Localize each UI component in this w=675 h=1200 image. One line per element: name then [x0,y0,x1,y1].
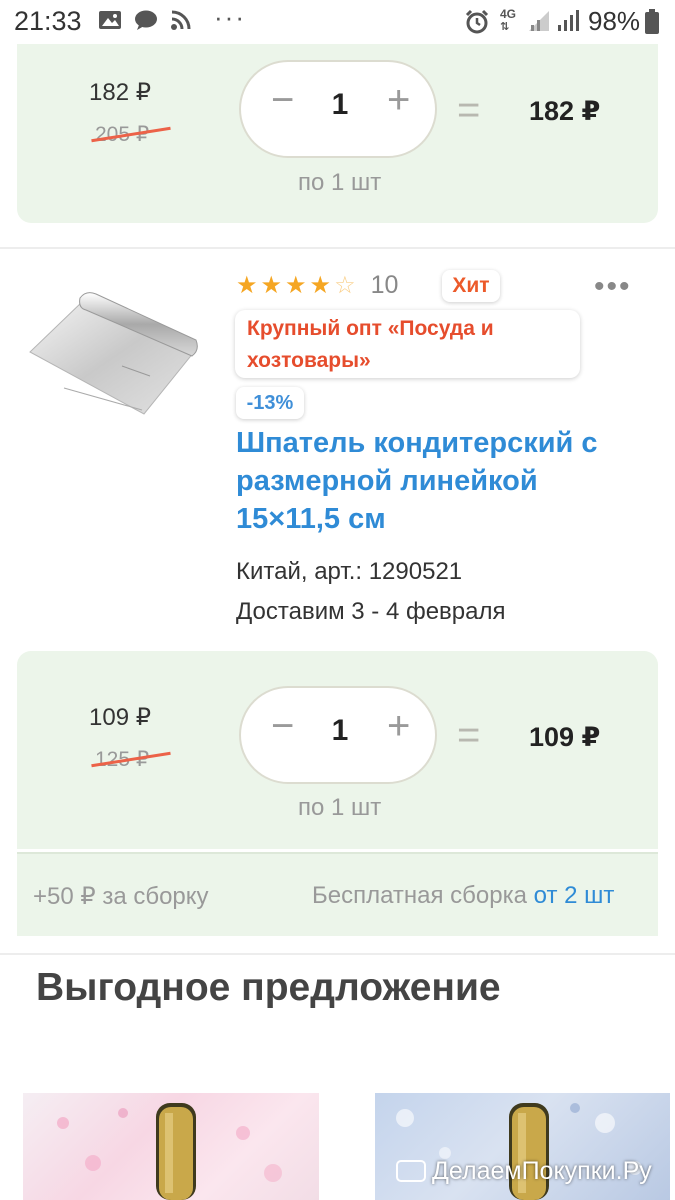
free-assembly-text: Бесплатная сборка [312,882,534,909]
signal-icon-2 [556,9,580,38]
free-assembly-link[interactable]: от 2 шт [534,882,615,909]
equals-sign: = [457,713,481,757]
product-image[interactable] [24,280,200,425]
network-type-icon: 4G ⇅ [500,7,517,33]
promo-badge[interactable]: Крупный опт «Посуда и хозтовары» [235,310,580,378]
watermark-text: ДелаемПокупки.Ру [432,1157,652,1185]
star-icon: ★ [309,271,332,299]
discount-badge: -13% [236,387,304,419]
total-price: 182 ₽ [529,96,601,126]
assembly-fee: +50 ₽ за сборку [33,883,209,910]
rating: ★ ★ ★ ★ ☆ 10 [236,268,398,302]
assembly-info: +50 ₽ за сборку Бесплатная сборка от 2 ш… [17,852,658,936]
free-assembly-note: Бесплатная сборка от 2 шт [312,882,614,910]
price-block: 109 ₽ 125 ₽ − 1 + = 109 ₽ по 1 шт [17,651,658,849]
delivery-date: Доставим 3 - 4 февраля [236,598,506,625]
quantity-value[interactable]: 1 [325,88,355,122]
offer-card-image[interactable] [23,1093,319,1200]
increase-button[interactable]: + [387,78,410,123]
signal-icon-1 [527,9,551,38]
status-time: 21:33 [14,6,82,36]
alarm-icon [464,9,490,40]
divider [0,953,675,955]
status-bar: 21:33 ··· 4G ⇅ 98% [0,0,675,44]
increase-button[interactable]: + [387,704,410,749]
battery-percent: 98% [588,6,641,36]
unit-price: 182 ₽ [89,79,151,106]
more-notifications-icon: ··· [214,2,246,32]
unit-price: 109 ₽ [89,704,151,731]
star-icon: ★ [260,271,283,299]
price-block: 182 ₽ 205 ₽ − 1 + = 182 ₽ по 1 шт [17,44,658,223]
decrease-button[interactable]: − [271,704,294,749]
battery-icon [644,9,660,40]
star-icon: ★ [285,271,307,299]
watermark-icon [396,1160,426,1182]
rss-icon [170,9,192,36]
decrease-button[interactable]: − [271,78,294,123]
product-title[interactable]: Шпатель кондитерский с размерной линейко… [236,424,636,538]
product-origin: Китай, арт.: 1290521 [236,558,463,585]
quantity-value[interactable]: 1 [325,714,355,748]
hit-badge: Хит [442,270,500,302]
more-options-icon[interactable]: ••• [594,270,632,304]
per-unit-label: по 1 шт [298,169,382,196]
message-icon [134,9,158,36]
per-unit-label: по 1 шт [298,794,382,821]
gallery-icon [98,9,122,36]
star-empty-icon: ☆ [334,271,356,299]
rating-count[interactable]: 10 [371,271,399,300]
divider [0,247,675,249]
quantity-stepper: − 1 + [239,60,437,158]
star-icon: ★ [236,271,258,299]
section-title: Выгодное предложение [36,966,501,1009]
quantity-stepper: − 1 + [239,686,437,784]
equals-sign: = [457,88,481,132]
watermark: ДелаемПокупки.Ру [396,1157,652,1186]
total-price: 109 ₽ [529,722,601,752]
